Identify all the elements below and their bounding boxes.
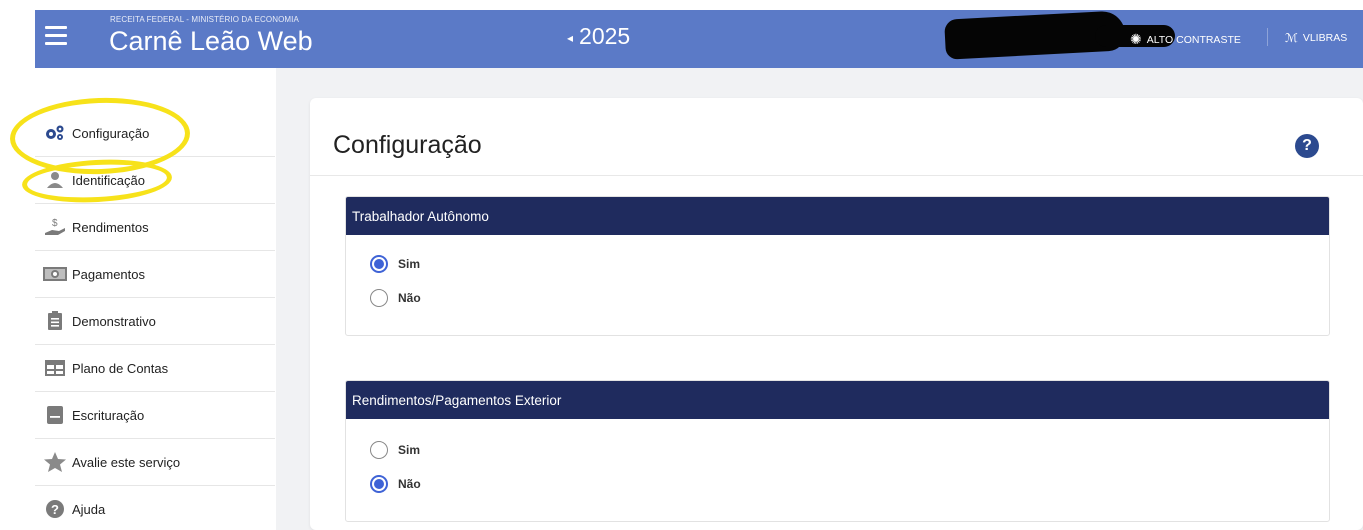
banknote-icon xyxy=(43,264,67,284)
radio-option-nao[interactable]: Não xyxy=(346,281,1329,315)
app-title[interactable]: Carnê Leão Web xyxy=(109,26,313,57)
year-selector[interactable]: ◂ 2025 xyxy=(567,23,630,50)
sidebar-item-avalie[interactable]: Avalie este serviço xyxy=(35,439,275,486)
gov-line: RECEITA FEDERAL - MINISTÉRIO DA ECONOMIA xyxy=(110,15,299,24)
radio-option-sim[interactable]: Sim xyxy=(346,247,1329,281)
person-icon xyxy=(43,170,67,190)
configuration-card: Configuração ? Trabalhador Autônomo Sim … xyxy=(310,98,1363,530)
sidebar-item-demonstrativo[interactable]: Demonstrativo xyxy=(35,298,275,345)
hand-icon: ℳ xyxy=(1285,31,1298,45)
sidebar-item-configuracao[interactable]: Configuração xyxy=(35,110,275,157)
high-contrast-button[interactable]: ✺ ALTO CONTRASTE xyxy=(1130,31,1241,48)
radio-button[interactable] xyxy=(370,441,388,459)
sidebar-item-label: Escrituração xyxy=(72,407,145,423)
sidebar-item-identificacao[interactable]: Identificação xyxy=(35,157,275,204)
sidebar-item-label: Identificação xyxy=(72,172,145,188)
radio-option-sim[interactable]: Sim xyxy=(346,433,1329,467)
ledger-icon xyxy=(43,405,67,425)
radio-label: Sim xyxy=(398,257,421,271)
sidebar-item-label: Pagamentos xyxy=(72,266,145,282)
radio-label: Não xyxy=(398,291,421,305)
help-icon[interactable]: ? xyxy=(1295,134,1319,158)
sidebar-item-pagamentos[interactable]: Pagamentos xyxy=(35,251,275,298)
table-icon xyxy=(43,358,67,378)
sidebar-item-ajuda[interactable]: ? Ajuda xyxy=(35,486,275,530)
top-header: RECEITA FEDERAL - MINISTÉRIO DA ECONOMIA… xyxy=(35,10,1363,68)
year-label: 2025 xyxy=(579,23,631,49)
radio-option-nao[interactable]: Não xyxy=(346,467,1329,501)
gears-icon xyxy=(43,123,67,143)
contrast-icon: ✺ xyxy=(1130,31,1142,47)
menu-icon[interactable] xyxy=(45,26,67,45)
radio-button[interactable] xyxy=(370,289,388,307)
sidebar-item-label: Plano de Contas xyxy=(72,360,169,376)
panel-header: Trabalhador Autônomo xyxy=(346,197,1329,235)
divider xyxy=(310,175,1363,176)
sidebar-item-escrituracao[interactable]: Escrituração xyxy=(35,392,275,439)
svg-text:$: $ xyxy=(52,218,58,229)
radio-label: Não xyxy=(398,477,421,491)
vlibras-button[interactable]: ℳ VLIBRAS xyxy=(1285,31,1347,45)
panel-rendimentos-exterior: Rendimentos/Pagamentos Exterior Sim Não xyxy=(345,380,1330,522)
panel-trabalhador-autonomo: Trabalhador Autônomo Sim Não xyxy=(345,196,1330,336)
vlibras-label: VLIBRAS xyxy=(1302,32,1348,44)
sidebar-item-label: Ajuda xyxy=(72,501,106,517)
help-circle-icon: ? xyxy=(43,499,67,519)
radio-label: Sim xyxy=(398,443,421,457)
sidebar-item-label: Avalie este serviço xyxy=(72,454,181,470)
radio-button[interactable] xyxy=(370,255,388,273)
money-hand-icon: $ xyxy=(43,217,67,237)
radio-button[interactable] xyxy=(370,475,388,493)
sidebar: Configuração Identificação $ Rendimentos… xyxy=(35,110,275,530)
header-divider xyxy=(1267,28,1268,46)
sidebar-item-label: Rendimentos xyxy=(72,219,149,235)
sidebar-item-label: Configuração xyxy=(72,125,150,141)
sidebar-item-rendimentos[interactable]: $ Rendimentos xyxy=(35,204,275,251)
panel-header: Rendimentos/Pagamentos Exterior xyxy=(346,381,1329,419)
clipboard-icon xyxy=(43,311,67,331)
sidebar-item-plano-de-contas[interactable]: Plano de Contas xyxy=(35,345,275,392)
high-contrast-label: ALTO CONTRASTE xyxy=(1146,33,1241,46)
sidebar-item-label: Demonstrativo xyxy=(72,313,156,329)
svg-text:?: ? xyxy=(51,502,59,517)
star-icon xyxy=(43,452,67,472)
chevron-left-icon[interactable]: ◂ xyxy=(567,31,573,45)
page-title: Configuração xyxy=(333,131,482,159)
